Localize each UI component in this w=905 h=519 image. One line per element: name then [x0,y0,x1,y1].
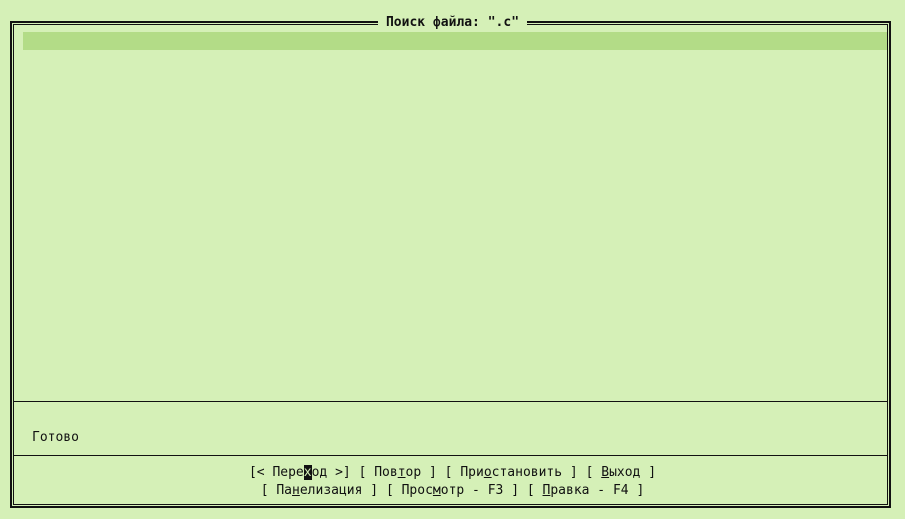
button-row-1: [< Переход >] [ Повтор ] [ Приостановить… [0,464,905,482]
repeat-button-hot: т [397,465,406,480]
results-list[interactable] [23,50,887,400]
results-selection-bar[interactable] [23,32,887,50]
quit-button-hot: В [601,465,610,480]
pause-button-open: [ [444,465,461,480]
repeat-button-close: ] [421,465,437,480]
pause-button[interactable]: [ Приостановить ] [445,465,578,480]
view-button-hot: м [432,483,441,498]
separator-top [13,401,888,402]
quit-button-close: ] [640,465,657,480]
edit-button-close: ] [628,483,645,498]
pause-button-close: ] [562,465,578,480]
dialog-title-text: Поиск файла: ".c" [377,15,528,30]
panelize-button-hot: н [292,483,300,498]
goto-button-close: >] [327,465,351,480]
panelize-button-close: ] [362,483,379,498]
view-button-pre: Прос [401,483,433,498]
view-button-open: [ [385,483,402,498]
edit-button[interactable]: [ Правка - F4 ] [527,483,644,498]
quit-button-open: [ [585,465,602,480]
repeat-button-post: ор [405,465,422,480]
edit-button-open: [ [526,483,543,498]
quit-button[interactable]: [ Выход ] [586,465,656,480]
pause-button-hot: о [483,465,492,480]
status-text: Готово [32,430,79,445]
separator-bottom [13,455,888,456]
view-button-post: отр - F3 [440,483,504,498]
panelize-button-pre: Па [276,483,293,498]
panelize-button-open: [ [260,483,277,498]
pause-button-pre: При [460,465,484,480]
repeat-button-open: [ [358,465,375,480]
edit-button-post: равка - F4 [550,483,629,498]
view-button[interactable]: [ Просмотр - F3 ] [386,483,519,498]
goto-button-open: [< [248,465,273,480]
panelize-button[interactable]: [ Панелизация ] [261,483,378,498]
button-row-2: [ Панелизация ] [ Просмотр - F3 ] [ Прав… [0,482,905,500]
panelize-button-post: елизация [299,483,363,498]
repeat-button[interactable]: [ Повтор ] [359,465,437,480]
goto-button-hot: х [303,465,312,480]
goto-button-pre: Пере [272,465,304,480]
goto-button-post: од [311,465,328,480]
dialog-title: Поиск файла: ".c" [0,14,905,32]
repeat-button-pre: Пов [374,465,398,480]
quit-button-post: ыход [609,465,641,480]
pause-button-post: становить [491,465,563,480]
goto-button[interactable]: [< Переход >] [249,465,351,480]
view-button-close: ] [503,483,520,498]
